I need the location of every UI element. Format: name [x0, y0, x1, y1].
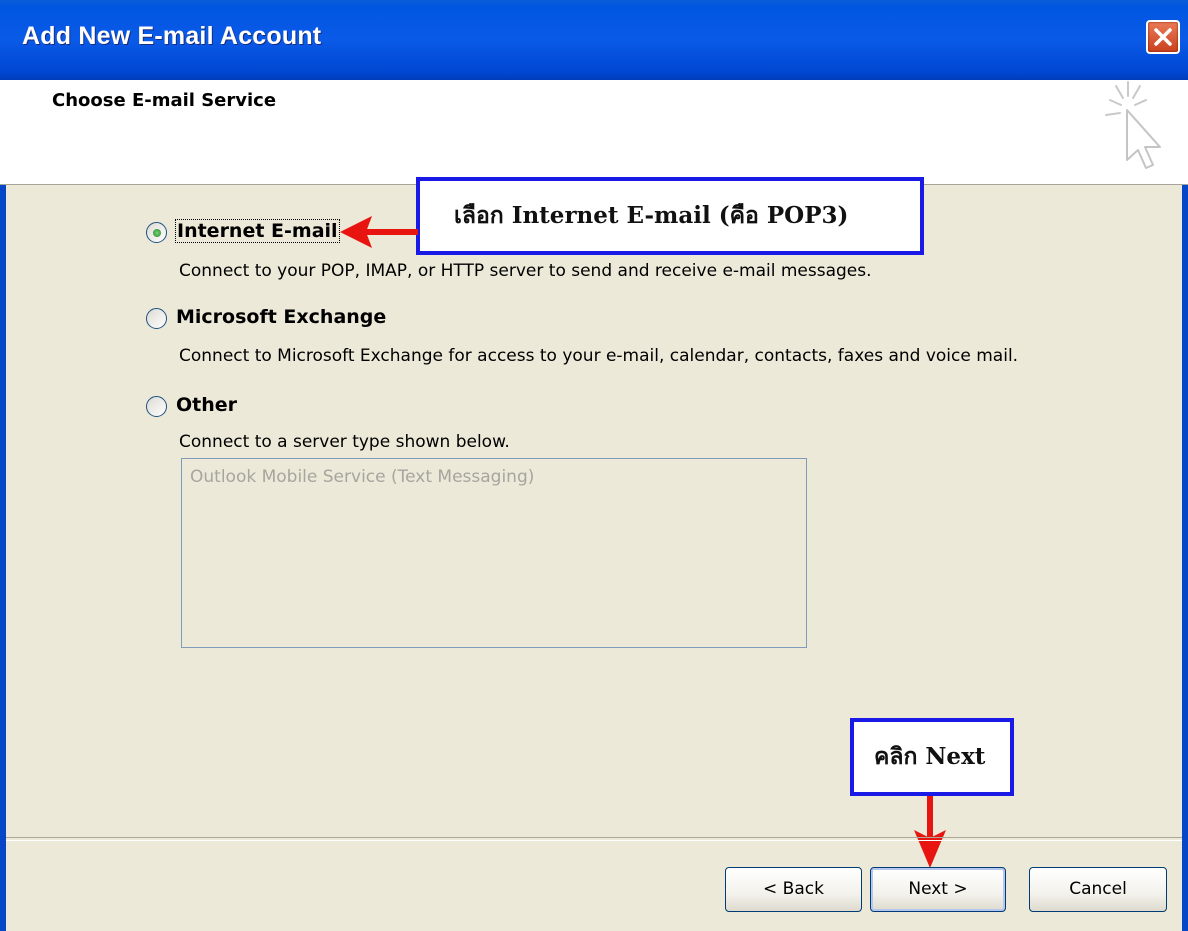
option-description: Connect to Microsoft Exchange for access… — [179, 346, 1019, 366]
back-button-label: < Back — [763, 879, 824, 899]
radio-microsoft-exchange[interactable] — [146, 308, 167, 329]
radio-selected-dot — [153, 229, 161, 237]
footer-divider — [6, 837, 1182, 841]
close-button[interactable] — [1146, 20, 1180, 54]
cancel-button-label: Cancel — [1069, 879, 1127, 899]
radio-internet-email[interactable] — [146, 222, 167, 243]
window-border-right — [1182, 80, 1188, 931]
annotation-callout-select: เลือก Internet E-mail (คือ POP3) — [416, 177, 924, 255]
next-button[interactable]: Next > — [870, 867, 1006, 912]
other-service-list[interactable]: Outlook Mobile Service (Text Messaging) — [181, 458, 807, 648]
title-bar[interactable]: Add New E-mail Account — [0, 0, 1188, 80]
option-description: Connect to a server type shown below. — [179, 432, 510, 452]
list-item: Outlook Mobile Service (Text Messaging) — [190, 467, 535, 487]
option-description: Connect to your POP, IMAP, or HTTP serve… — [179, 261, 872, 281]
radio-other[interactable] — [146, 396, 167, 417]
wizard-cursor-icon — [1105, 81, 1161, 169]
next-button-label: Next > — [908, 879, 968, 899]
red-arrow-left-icon — [340, 216, 418, 248]
close-x-icon — [1154, 28, 1172, 46]
cancel-button[interactable]: Cancel — [1029, 867, 1167, 912]
callout-text: คลิก Next — [874, 743, 986, 770]
page-title: Choose E-mail Service — [52, 90, 277, 111]
red-arrow-down-icon — [914, 796, 946, 868]
option-label[interactable]: Microsoft Exchange — [176, 306, 386, 328]
annotation-callout-next: คลิก Next — [850, 718, 1014, 796]
option-label[interactable]: Internet E-mail — [175, 219, 340, 243]
option-label[interactable]: Other — [176, 394, 237, 416]
window-border-left — [0, 80, 6, 931]
back-button[interactable]: < Back — [725, 867, 862, 912]
window-title: Add New E-mail Account — [22, 22, 322, 50]
callout-text: เลือก Internet E-mail (คือ POP3) — [454, 202, 849, 229]
